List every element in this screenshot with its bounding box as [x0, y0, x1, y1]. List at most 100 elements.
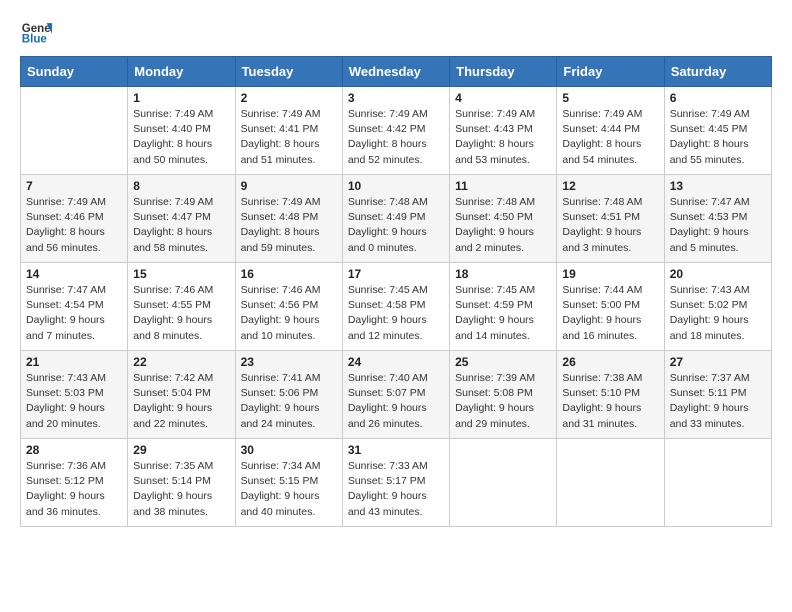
calendar-cell: 30 Sunrise: 7:34 AMSunset: 5:15 PMDayligh… [235, 439, 342, 527]
day-header-saturday: Saturday [664, 57, 771, 87]
calendar-cell: 21 Sunrise: 7:43 AMSunset: 5:03 PMDayligh… [21, 351, 128, 439]
calendar-cell [557, 439, 664, 527]
cell-info: Sunrise: 7:45 AMSunset: 4:58 PMDaylight:… [348, 283, 444, 344]
cell-day-number: 3 [348, 91, 444, 105]
cell-info: Sunrise: 7:43 AMSunset: 5:03 PMDaylight:… [26, 371, 122, 432]
cell-info: Sunrise: 7:49 AMSunset: 4:41 PMDaylight:… [241, 107, 337, 168]
cell-day-number: 29 [133, 443, 229, 457]
calendar-cell: 15Sunrise: 7:46 AMSunset: 4:55 PMDayligh… [128, 263, 235, 351]
calendar-cell: 19 Sunrise: 7:44 AMSunset: 5:00 PMDayligh… [557, 263, 664, 351]
logo: General Blue [20, 16, 56, 48]
cell-info: Sunrise: 7:43 AMSunset: 5:02 PMDaylight:… [670, 283, 766, 344]
week-row-2: 7 Sunrise: 7:49 AMSunset: 4:46 PMDaylight… [21, 175, 772, 263]
cell-day-number: 2 [241, 91, 337, 105]
cell-info: Sunrise: 7:48 AMSunset: 4:49 PMDaylight:… [348, 195, 444, 256]
calendar-cell [664, 439, 771, 527]
week-row-1: 1 Sunrise: 7:49 AMSunset: 4:40 PMDaylight… [21, 87, 772, 175]
week-row-5: 28 Sunrise: 7:36 AMSunset: 5:12 PMDayligh… [21, 439, 772, 527]
calendar-cell: 23 Sunrise: 7:41 AMSunset: 5:06 PMDayligh… [235, 351, 342, 439]
calendar-cell: 12 Sunrise: 7:48 AMSunset: 4:51 PMDayligh… [557, 175, 664, 263]
calendar-cell: 22 Sunrise: 7:42 AMSunset: 5:04 PMDayligh… [128, 351, 235, 439]
cell-info: Sunrise: 7:45 AMSunset: 4:59 PMDaylight:… [455, 283, 551, 344]
cell-info: Sunrise: 7:49 AMSunset: 4:43 PMDaylight:… [455, 107, 551, 168]
cell-info: Sunrise: 7:44 AMSunset: 5:00 PMDaylight:… [562, 283, 658, 344]
calendar-cell: 27 Sunrise: 7:37 AMSunset: 5:11 PMDayligh… [664, 351, 771, 439]
calendar-cell: 20 Sunrise: 7:43 AMSunset: 5:02 PMDayligh… [664, 263, 771, 351]
cell-info: Sunrise: 7:37 AMSunset: 5:11 PMDaylight:… [670, 371, 766, 432]
cell-info: Sunrise: 7:48 AMSunset: 4:50 PMDaylight:… [455, 195, 551, 256]
cell-info: Sunrise: 7:49 AMSunset: 4:45 PMDaylight:… [670, 107, 766, 168]
cell-info: Sunrise: 7:38 AMSunset: 5:10 PMDaylight:… [562, 371, 658, 432]
cell-day-number: 11 [455, 179, 551, 193]
cell-day-number: 27 [670, 355, 766, 369]
cell-day-number: 21 [26, 355, 122, 369]
week-row-3: 14Sunrise: 7:47 AMSunset: 4:54 PMDayligh… [21, 263, 772, 351]
cell-info: Sunrise: 7:41 AMSunset: 5:06 PMDaylight:… [241, 371, 337, 432]
calendar-cell: 8 Sunrise: 7:49 AMSunset: 4:47 PMDaylight… [128, 175, 235, 263]
cell-day-number: 10 [348, 179, 444, 193]
calendar-cell: 11 Sunrise: 7:48 AMSunset: 4:50 PMDayligh… [450, 175, 557, 263]
cell-day-number: 30 [241, 443, 337, 457]
calendar-cell: 13 Sunrise: 7:47 AMSunset: 4:53 PMDayligh… [664, 175, 771, 263]
calendar-table: SundayMondayTuesdayWednesdayThursdayFrid… [20, 56, 772, 527]
calendar-cell: 3 Sunrise: 7:49 AMSunset: 4:42 PMDaylight… [342, 87, 449, 175]
cell-day-number: 24 [348, 355, 444, 369]
calendar-cell: 2 Sunrise: 7:49 AMSunset: 4:41 PMDaylight… [235, 87, 342, 175]
cell-day-number: 8 [133, 179, 229, 193]
calendar-cell: 14Sunrise: 7:47 AMSunset: 4:54 PMDayligh… [21, 263, 128, 351]
cell-day-number: 22 [133, 355, 229, 369]
cell-day-number: 28 [26, 443, 122, 457]
cell-info: Sunrise: 7:47 AMSunset: 4:53 PMDaylight:… [670, 195, 766, 256]
cell-info: Sunrise: 7:49 AMSunset: 4:42 PMDaylight:… [348, 107, 444, 168]
cell-info: Sunrise: 7:49 AMSunset: 4:48 PMDaylight:… [241, 195, 337, 256]
cell-info: Sunrise: 7:49 AMSunset: 4:44 PMDaylight:… [562, 107, 658, 168]
cell-day-number: 7 [26, 179, 122, 193]
calendar-cell: 18Sunrise: 7:45 AMSunset: 4:59 PMDayligh… [450, 263, 557, 351]
logo-icon: General Blue [20, 16, 52, 48]
cell-info: Sunrise: 7:49 AMSunset: 4:47 PMDaylight:… [133, 195, 229, 256]
calendar-cell: 10 Sunrise: 7:48 AMSunset: 4:49 PMDayligh… [342, 175, 449, 263]
cell-day-number: 15 [133, 267, 229, 281]
calendar-cell: 26 Sunrise: 7:38 AMSunset: 5:10 PMDayligh… [557, 351, 664, 439]
cell-day-number: 19 [562, 267, 658, 281]
calendar-cell: 25 Sunrise: 7:39 AMSunset: 5:08 PMDayligh… [450, 351, 557, 439]
day-header-sunday: Sunday [21, 57, 128, 87]
cell-info: Sunrise: 7:48 AMSunset: 4:51 PMDaylight:… [562, 195, 658, 256]
calendar-cell: 16Sunrise: 7:46 AMSunset: 4:56 PMDayligh… [235, 263, 342, 351]
header: General Blue [20, 16, 772, 48]
cell-day-number: 16 [241, 267, 337, 281]
cell-day-number: 1 [133, 91, 229, 105]
cell-day-number: 31 [348, 443, 444, 457]
cell-day-number: 26 [562, 355, 658, 369]
cell-info: Sunrise: 7:36 AMSunset: 5:12 PMDaylight:… [26, 459, 122, 520]
cell-day-number: 12 [562, 179, 658, 193]
cell-info: Sunrise: 7:40 AMSunset: 5:07 PMDaylight:… [348, 371, 444, 432]
calendar-cell: 28 Sunrise: 7:36 AMSunset: 5:12 PMDayligh… [21, 439, 128, 527]
cell-day-number: 14 [26, 267, 122, 281]
cell-info: Sunrise: 7:35 AMSunset: 5:14 PMDaylight:… [133, 459, 229, 520]
calendar-cell: 29 Sunrise: 7:35 AMSunset: 5:14 PMDayligh… [128, 439, 235, 527]
calendar-cell: 5 Sunrise: 7:49 AMSunset: 4:44 PMDaylight… [557, 87, 664, 175]
cell-day-number: 23 [241, 355, 337, 369]
cell-info: Sunrise: 7:42 AMSunset: 5:04 PMDaylight:… [133, 371, 229, 432]
cell-day-number: 4 [455, 91, 551, 105]
cell-info: Sunrise: 7:49 AMSunset: 4:40 PMDaylight:… [133, 107, 229, 168]
day-header-wednesday: Wednesday [342, 57, 449, 87]
cell-day-number: 9 [241, 179, 337, 193]
cell-day-number: 20 [670, 267, 766, 281]
cell-info: Sunrise: 7:33 AMSunset: 5:17 PMDaylight:… [348, 459, 444, 520]
cell-info: Sunrise: 7:34 AMSunset: 5:15 PMDaylight:… [241, 459, 337, 520]
day-header-monday: Monday [128, 57, 235, 87]
calendar-cell [21, 87, 128, 175]
cell-day-number: 6 [670, 91, 766, 105]
calendar-cell: 24 Sunrise: 7:40 AMSunset: 5:07 PMDayligh… [342, 351, 449, 439]
calendar-cell: 9 Sunrise: 7:49 AMSunset: 4:48 PMDaylight… [235, 175, 342, 263]
calendar-cell: 1 Sunrise: 7:49 AMSunset: 4:40 PMDaylight… [128, 87, 235, 175]
cell-info: Sunrise: 7:39 AMSunset: 5:08 PMDaylight:… [455, 371, 551, 432]
cell-day-number: 25 [455, 355, 551, 369]
calendar-cell: 31 Sunrise: 7:33 AMSunset: 5:17 PMDayligh… [342, 439, 449, 527]
cell-day-number: 13 [670, 179, 766, 193]
cell-info: Sunrise: 7:49 AMSunset: 4:46 PMDaylight:… [26, 195, 122, 256]
cell-day-number: 5 [562, 91, 658, 105]
day-header-friday: Friday [557, 57, 664, 87]
